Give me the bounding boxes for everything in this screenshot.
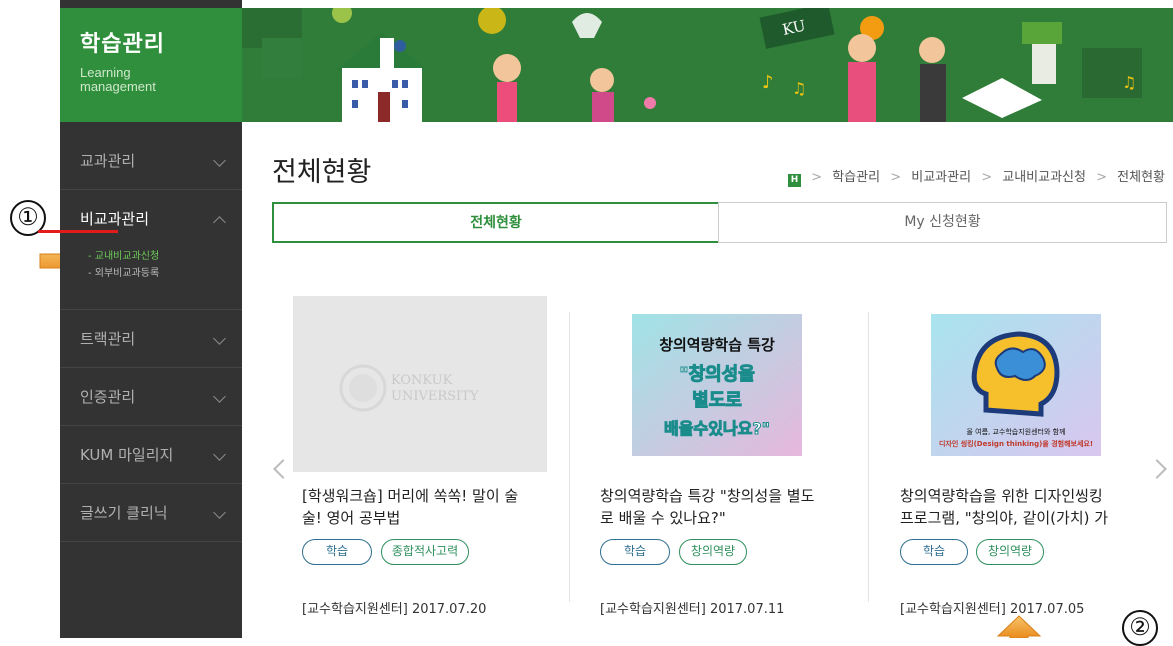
annotation-gutter (0, 0, 60, 638)
sidebar-item-label: 트랙관리 (80, 330, 136, 348)
sidebar-item-extracurricular[interactable]: 비교과관리 - 교내비교과신청 - 외부비교과등록 (60, 190, 242, 310)
page-title: 전체현황 (272, 157, 372, 188)
breadcrumb-item-internal-apply[interactable]: 교내비교과신청 (1002, 170, 1086, 185)
card-image[interactable]: 창의역량학습 특강 "창의성을 별도로 배울수있나요?" (632, 314, 802, 456)
sidebar-item-writing-clinic[interactable]: 글쓰기 클리닉 (60, 484, 242, 542)
card-image-placeholder[interactable]: KONKUK UNIVERSITY (293, 296, 547, 472)
card-image-text: 올 여름, 교수학습지원센터와 함께 (966, 427, 1065, 436)
card-title[interactable]: 창의역량학습 특강 "창의성을 별도 로 배울 수 있나요?" (600, 485, 860, 529)
chevron-down-icon (213, 390, 226, 403)
chevron-down-icon (213, 448, 226, 461)
sidebar-title: 학습관리 (80, 32, 165, 57)
sidebar-header: 학습관리 Learning management (60, 8, 242, 122)
breadcrumb-separator: > (811, 170, 823, 185)
breadcrumb-item-current: 전체현황 (1117, 170, 1165, 185)
sidebar-item-mileage[interactable]: KUM 마일리지 (60, 426, 242, 484)
card-title-line: 술! 영어 공부법 (302, 509, 401, 527)
chevron-down-icon (213, 154, 226, 167)
sidebar-menu: 교과관리 비교과관리 - 교내비교과신청 - 외부비교과등록 트랙관리 인증관리… (60, 132, 242, 542)
breadcrumb: H > 학습관리 > 비교과관리 > 교내비교과신청 > 전체현황 (788, 166, 1165, 187)
tag-badge[interactable]: 종합적사고력 (381, 539, 469, 565)
konkuk-logo-watermark: KONKUK UNIVERSITY (339, 364, 479, 412)
tag-badge[interactable]: 학습 (900, 539, 968, 565)
sidebar-item-curriculum[interactable]: 교과관리 (60, 132, 242, 190)
tag-badge[interactable]: 창의역량 (976, 539, 1044, 565)
breadcrumb-separator: > (890, 170, 902, 185)
breadcrumb-item-learning[interactable]: 학습관리 (832, 170, 880, 185)
card-image-text: 배울수있나요?" (664, 419, 770, 438)
card-image[interactable]: 올 여름, 교수학습지원센터와 함께 디자인 씽킹(Design thinkin… (931, 314, 1101, 456)
orange-arrow-up-icon (996, 615, 1042, 638)
card-meta: [교수학습지원센터] 2017.07.11 (600, 602, 785, 617)
card-image-text: 창의역량학습 특강 (659, 336, 775, 354)
sidebar-item-label: 비교과관리 (80, 210, 150, 228)
card-image-text: "창의성을 (679, 364, 755, 385)
home-icon[interactable]: H (788, 174, 802, 187)
sidebar-submenu: - 교내비교과신청 - 외부비교과등록 (88, 248, 159, 282)
tag-badge[interactable]: 창의역량 (679, 539, 747, 565)
svg-text:♫: ♫ (792, 79, 806, 98)
chevron-down-icon (213, 332, 226, 345)
active-menu-underline (38, 230, 118, 233)
card-poster-creativity: 창의역량학습 특강 "창의성을 별도로 배울수있나요?" (632, 314, 802, 456)
card-title-line: 프로그램, "창의야, 같이(가치) 가 (900, 509, 1109, 527)
svg-text:♫: ♫ (1122, 73, 1136, 92)
tab-bar: 전체현황 My 신청현황 (272, 202, 1167, 243)
tag-badge[interactable]: 학습 (302, 539, 372, 565)
svg-text:♪: ♪ (762, 72, 774, 93)
sidebar-subtitle: Learning management (80, 66, 242, 94)
header-banner: KU ♪ ♫ ♫ (242, 8, 1173, 122)
sidebar-item-label: 인증관리 (80, 388, 136, 406)
sidebar: 학습관리 Learning management 교과관리 비교과관리 - 교내… (60, 0, 242, 638)
sidebar-subtitle-line2: management (80, 79, 156, 94)
sidebar-item-label: 교과관리 (80, 152, 136, 170)
card-title[interactable]: [학생워크숍] 머리에 쏙쏙! 말이 술 술! 영어 공부법 (302, 485, 562, 529)
sidebar-subtitle-line1: Learning (80, 65, 131, 80)
tab-my-applications[interactable]: My 신청현황 (718, 202, 1167, 243)
breadcrumb-separator: > (1096, 170, 1108, 185)
breadcrumb-separator: > (981, 170, 993, 185)
card-divider (569, 312, 570, 602)
card-poster-design-thinking: 올 여름, 교수학습지원센터와 함께 디자인 씽킹(Design thinkin… (931, 314, 1101, 456)
card-title-line: 창의역량학습 특강 "창의성을 별도 (600, 487, 815, 505)
annotation-marker-2: ② (1122, 610, 1158, 646)
banner-illustration: KU ♪ ♫ ♫ (242, 8, 1173, 122)
card-meta: [교수학습지원센터] 2017.07.20 (302, 602, 487, 617)
card-image-text: 디자인 씽킹(Design thinking)을 경험해보세요! (939, 439, 1093, 448)
card-meta: [교수학습지원센터] 2017.07.05 (900, 602, 1085, 617)
chevron-up-icon (213, 216, 226, 229)
submenu-item-internal-apply[interactable]: - 교내비교과신청 (88, 248, 159, 265)
sidebar-item-certification[interactable]: 인증관리 (60, 368, 242, 426)
card-title-line: [학생워크숍] 머리에 쏙쏙! 말이 술 (302, 487, 519, 505)
tag-badge[interactable]: 학습 (600, 539, 670, 565)
card-image-text: UNIVERSITY (391, 389, 479, 404)
breadcrumb-item-extracurricular[interactable]: 비교과관리 (911, 170, 971, 185)
card-title[interactable]: 창의역량학습을 위한 디자인씽킹 프로그램, "창의야, 같이(가치) 가 (900, 485, 1160, 529)
card-title-line: 로 배울 수 있나요?" (600, 509, 726, 527)
sidebar-item-track[interactable]: 트랙관리 (60, 310, 242, 368)
tab-overview[interactable]: 전체현황 (272, 202, 720, 243)
card-title-line: 창의역량학습을 위한 디자인씽킹 (900, 487, 1103, 505)
chevron-down-icon (213, 506, 226, 519)
card-divider (868, 312, 869, 602)
sidebar-item-label: 글쓰기 클리닉 (80, 504, 168, 522)
sidebar-item-label: KUM 마일리지 (80, 446, 174, 464)
carousel-prev-icon[interactable] (273, 459, 293, 479)
card-image-text: 별도로 (692, 390, 742, 411)
submenu-item-external-register[interactable]: - 외부비교과등록 (88, 265, 159, 282)
carousel-next-icon[interactable] (1147, 459, 1167, 479)
card-image-text: KONKUK (391, 373, 453, 388)
